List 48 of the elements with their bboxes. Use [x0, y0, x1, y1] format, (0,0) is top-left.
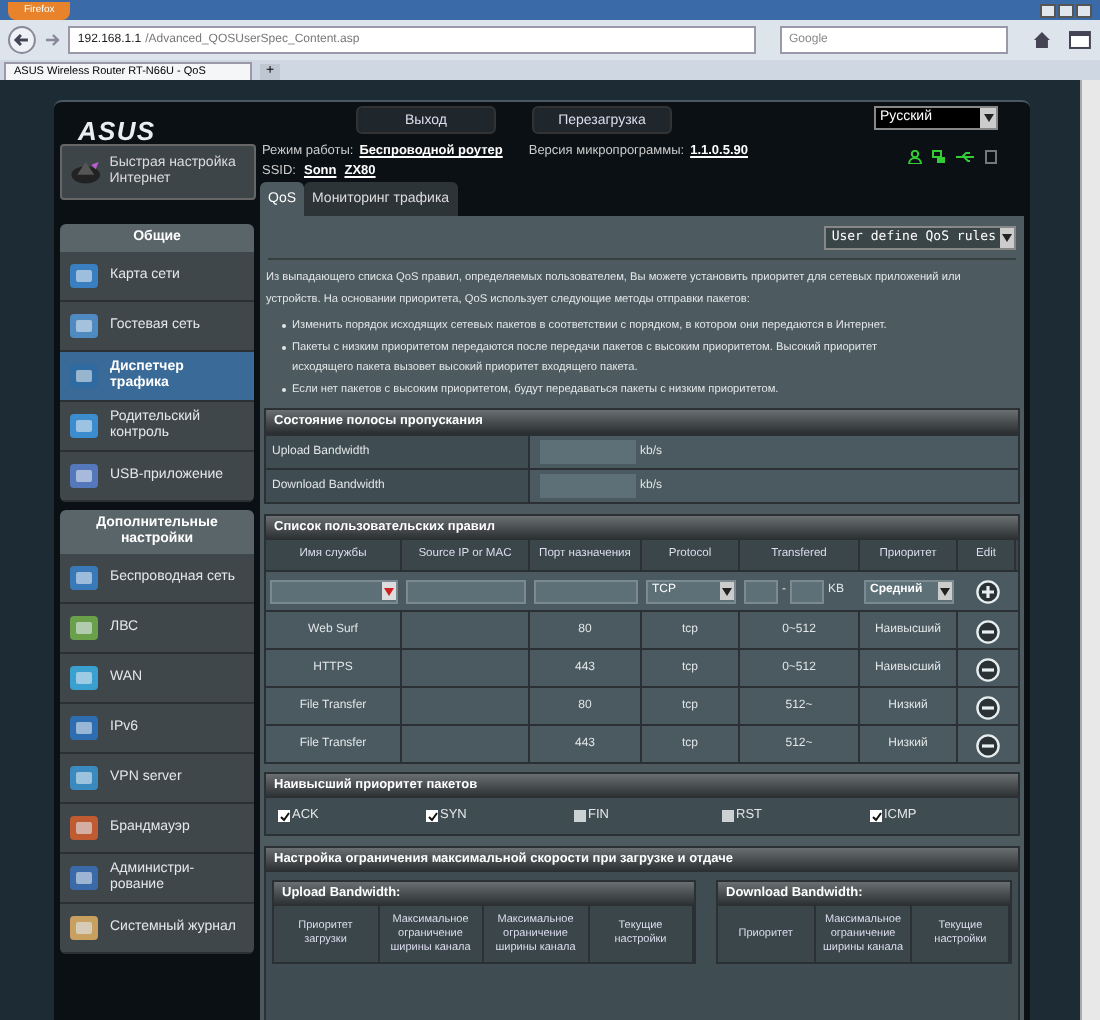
- check-icon: [871, 811, 881, 821]
- caret-icon: [940, 587, 950, 595]
- app-icon: [68, 664, 100, 692]
- remove-button[interactable]: [975, 733, 999, 757]
- logo: ASUS: [78, 116, 156, 146]
- scrollbar[interactable]: [1080, 80, 1100, 1020]
- checkbox[interactable]: [870, 810, 882, 822]
- maximize-icon[interactable]: [1058, 3, 1074, 17]
- check-icon: [427, 811, 437, 821]
- app-icon: [68, 714, 100, 742]
- remove-button[interactable]: [975, 695, 999, 719]
- window-icon[interactable]: [1068, 30, 1092, 50]
- app-icon: [68, 914, 100, 942]
- checkbox[interactable]: [574, 810, 586, 822]
- usb-icon[interactable]: [956, 150, 974, 164]
- app-icon: [68, 412, 100, 440]
- checkbox[interactable]: [722, 810, 734, 822]
- app-icon: [68, 312, 100, 340]
- app-icon: [68, 262, 100, 290]
- input-field[interactable]: [790, 579, 824, 603]
- person-icon[interactable]: [908, 150, 922, 164]
- check-icon: [279, 811, 289, 821]
- caret-icon: [722, 587, 732, 595]
- caret-icon: [384, 587, 394, 595]
- app-icon: [68, 614, 100, 642]
- remove-button[interactable]: [975, 657, 999, 681]
- close-icon[interactable]: [1076, 3, 1092, 17]
- network-icon[interactable]: [932, 150, 946, 164]
- app-icon: [68, 362, 100, 390]
- caret-icon: [1002, 234, 1012, 242]
- service-select[interactable]: [270, 579, 398, 603]
- printer-icon[interactable]: [984, 150, 998, 164]
- app-icon: [68, 564, 100, 592]
- app-icon: [68, 462, 100, 490]
- input-field[interactable]: [744, 579, 778, 603]
- checkbox[interactable]: [278, 810, 290, 822]
- input-field[interactable]: [534, 579, 638, 603]
- forward-arrow-icon[interactable]: [43, 32, 60, 48]
- add-button[interactable]: [975, 579, 999, 603]
- app-icon: [68, 764, 100, 792]
- home-icon[interactable]: [1032, 30, 1053, 50]
- input-field[interactable]: [406, 579, 526, 603]
- caret-icon: [983, 114, 993, 122]
- checkbox[interactable]: [426, 810, 438, 822]
- remove-button[interactable]: [975, 619, 999, 643]
- app-icon: [68, 814, 100, 842]
- minimize-icon[interactable]: [1040, 3, 1056, 17]
- app-icon: [68, 864, 100, 892]
